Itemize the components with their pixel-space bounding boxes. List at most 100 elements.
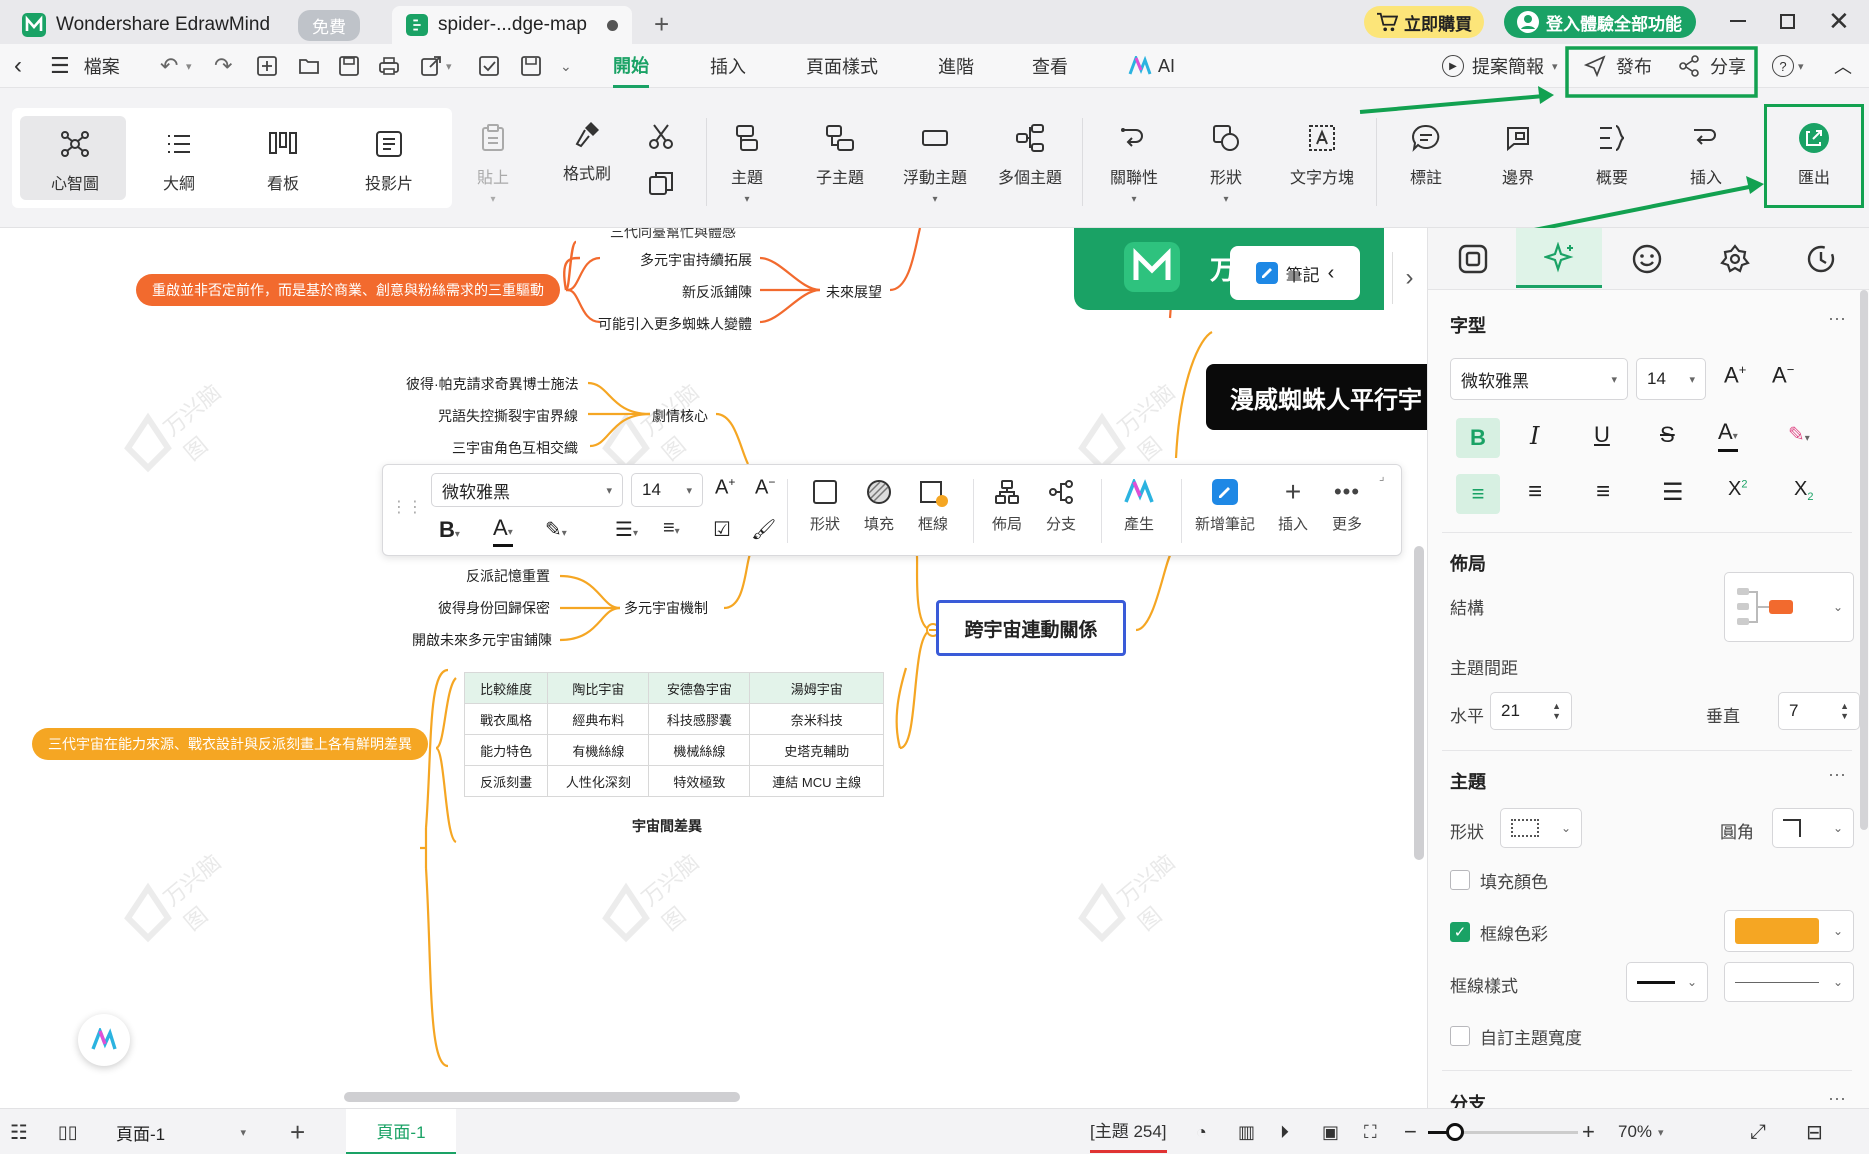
italic-icon[interactable]: I — [1530, 422, 1539, 450]
custom-width-checkbox[interactable] — [1450, 1026, 1470, 1046]
shape-button[interactable]: 形狀 ▾ — [1190, 122, 1262, 205]
more-options-icon[interactable]: ··· — [1828, 308, 1846, 329]
undo-dropdown-icon[interactable]: ▾ — [186, 44, 192, 88]
task-check-icon[interactable] — [478, 55, 500, 77]
superscript-icon[interactable]: X2 — [1728, 478, 1747, 501]
file-menu[interactable]: ☰ 檔案 — [50, 44, 120, 88]
present-button[interactable]: ▶ 提案簡報 ▾ — [1442, 44, 1558, 88]
back-icon[interactable]: ‹ — [14, 44, 22, 88]
expand-corner-icon[interactable]: ⌟ — [1379, 469, 1385, 483]
boundary-button[interactable]: 邊界 — [1482, 122, 1554, 188]
outline-toggle-icon[interactable]: ☷ — [10, 1109, 28, 1154]
more-quick-tools-icon[interactable]: ⌄ — [560, 44, 572, 88]
panel-font-family-select[interactable]: 微软雅黑 ▾ — [1450, 358, 1628, 400]
ftb-border-button[interactable]: 框線 — [903, 479, 963, 534]
ftb-layout-button[interactable]: 佈局 — [977, 479, 1037, 534]
view-mindmap-button[interactable]: 心智圖 — [30, 128, 120, 194]
ai-sparkle-icon[interactable] — [1544, 242, 1576, 274]
panel-scrollbar[interactable] — [1860, 290, 1868, 830]
help-button[interactable]: ? ▾ — [1772, 44, 1804, 88]
increase-font-icon[interactable]: A+ — [715, 475, 735, 500]
collapse-ribbon-icon[interactable]: ︿ — [1834, 44, 1852, 88]
font-family-select[interactable]: 微软雅黑 ▾ — [431, 473, 623, 507]
maximize-icon[interactable] — [1780, 14, 1795, 29]
sidebar-toggle-icon[interactable]: ▯▯ — [58, 1109, 78, 1154]
save-as-icon[interactable] — [520, 55, 542, 77]
topic-button[interactable]: 主題 ▾ — [712, 122, 782, 205]
comparison-table[interactable]: 比較維度 陶比宇宙 安德魯宇宙 湯姆宇宙 戰衣風格 經典布料 科技感膠囊 奈米科… — [463, 672, 884, 797]
callout-button[interactable]: 標註 — [1390, 122, 1462, 188]
open-folder-icon[interactable] — [298, 55, 320, 77]
new-file-icon[interactable] — [256, 55, 278, 77]
ftb-branch-button[interactable]: 分支 — [1031, 479, 1091, 534]
page-tab[interactable]: 頁面-1 — [346, 1109, 456, 1154]
topic-future-branch[interactable]: 未來展望 — [826, 282, 882, 302]
export-button[interactable]: 匯出 — [1772, 122, 1856, 188]
ftb-add-note-button[interactable]: 新增筆記 — [1183, 479, 1267, 534]
bold-toggle-icon[interactable]: B — [1456, 418, 1500, 458]
zoom-select[interactable]: 70% ▾ — [1618, 1109, 1664, 1154]
topic-mech-item[interactable]: 開啟未來多元宇宙鋪陳 — [412, 630, 552, 650]
corner-select[interactable]: ⌄ — [1772, 808, 1854, 848]
align-center-icon[interactable]: ≡ — [1528, 478, 1542, 506]
border-color-select[interactable]: ⌄ — [1724, 910, 1854, 952]
format-painter-button[interactable]: 格式刷 — [544, 118, 630, 184]
redo-icon[interactable]: ↷ — [214, 44, 232, 88]
decrease-font-icon[interactable]: A− — [1772, 362, 1794, 388]
drag-handle-icon[interactable]: ⋮⋮ — [391, 497, 423, 517]
app-tab[interactable]: Wondershare EdrawMind 免費 — [8, 6, 374, 44]
increase-font-icon[interactable]: A+ — [1724, 362, 1746, 388]
login-button[interactable]: 登入體驗全部功能 — [1504, 6, 1696, 38]
topic-mech-item[interactable]: 彼得身份回歸保密 — [438, 598, 550, 618]
center-topic[interactable]: 跨宇宙連動關係 — [936, 600, 1126, 656]
publish-button[interactable]: 發布 — [1584, 44, 1652, 88]
tab-page-style[interactable]: 頁面樣式 — [806, 44, 878, 88]
undo-icon[interactable]: ↶ — [160, 44, 178, 88]
highlight-icon[interactable]: ✎▾ — [545, 517, 567, 542]
close-icon[interactable]: ✕ — [1828, 6, 1850, 37]
topic-future-item[interactable]: 可能引入更多蜘蛛人變體 — [598, 314, 752, 334]
stepper-icon[interactable]: ▲ ▼ — [1840, 701, 1849, 721]
format-brush-icon[interactable]: 🖌 — [751, 517, 776, 542]
view-kanban-button[interactable]: 看板 — [238, 128, 328, 194]
topic-cut-top[interactable]: 三代同臺幫忙與體感 — [610, 228, 736, 242]
emoji-icon[interactable] — [1632, 244, 1662, 274]
stepper-icon[interactable]: ▲ ▼ — [1552, 701, 1561, 721]
topic-plot-item[interactable]: 彼得·帕克請求奇異博士施法 — [406, 374, 579, 394]
ftb-fill-button[interactable]: 填充 — [849, 479, 909, 534]
panel-font-size-select[interactable]: 14 ▾ — [1636, 358, 1706, 400]
highlight-color-icon[interactable]: ✎▾ — [1788, 422, 1810, 447]
structure-select[interactable]: ⌄ — [1724, 572, 1854, 642]
topic-plot-item[interactable]: 咒語失控撕裂宇宙界線 — [438, 406, 578, 426]
multiple-topics-button[interactable]: 多個主題 — [990, 122, 1070, 188]
export-file-icon[interactable] — [420, 55, 442, 77]
share-button[interactable]: 分享 — [1678, 44, 1746, 88]
summary-button[interactable]: 概要 — [1576, 122, 1648, 188]
tab-ai[interactable]: AI — [1128, 44, 1175, 88]
topic-future-item[interactable]: 多元宇宙持續拓展 — [640, 250, 752, 270]
vertical-scrollbar[interactable] — [1414, 546, 1424, 860]
text-color-icon[interactable]: A▾ — [493, 517, 513, 547]
format-panel-icon[interactable] — [1458, 244, 1488, 274]
collapse-panel-icon[interactable]: › — [1392, 252, 1426, 304]
callout-future[interactable]: 重啟並非否定前作，而是基於商業、創意與粉絲需求的三重驅動 — [136, 274, 560, 306]
text-box-button[interactable]: 文字方塊 — [1280, 122, 1364, 188]
ftb-generate-button[interactable]: 產生 — [1107, 479, 1171, 534]
more-options-icon[interactable]: ··· — [1828, 1088, 1846, 1108]
horizontal-scrollbar[interactable] — [344, 1092, 740, 1102]
fullscreen-icon[interactable]: ⛶ — [1364, 1109, 1377, 1154]
border-color-checkbox[interactable]: ✓ — [1450, 922, 1470, 942]
ftb-shape-button[interactable]: 形狀 — [795, 479, 855, 534]
zoom-slider-thumb[interactable] — [1446, 1123, 1464, 1141]
new-tab-plus-icon[interactable]: + — [654, 9, 669, 40]
more-options-icon[interactable]: ··· — [1828, 764, 1846, 785]
bold-icon[interactable]: B▾ — [439, 517, 460, 543]
ftb-more-button[interactable]: ••• 更多 — [1319, 479, 1375, 534]
horizontal-spacing-input[interactable]: 21 ▲ ▼ — [1490, 692, 1572, 730]
cut-icon[interactable] — [646, 122, 676, 152]
topic-mech-item[interactable]: 反派記憶重置 — [466, 566, 550, 586]
insert-button[interactable]: 插入 — [1670, 122, 1742, 188]
border-weight-select[interactable]: ⌄ — [1626, 962, 1708, 1002]
align-left-icon[interactable]: ≡ — [1456, 474, 1500, 514]
callout-table[interactable]: 三代宇宙在能力來源、戰衣設計與反派刻畫上各有鮮明差異 — [32, 728, 428, 760]
